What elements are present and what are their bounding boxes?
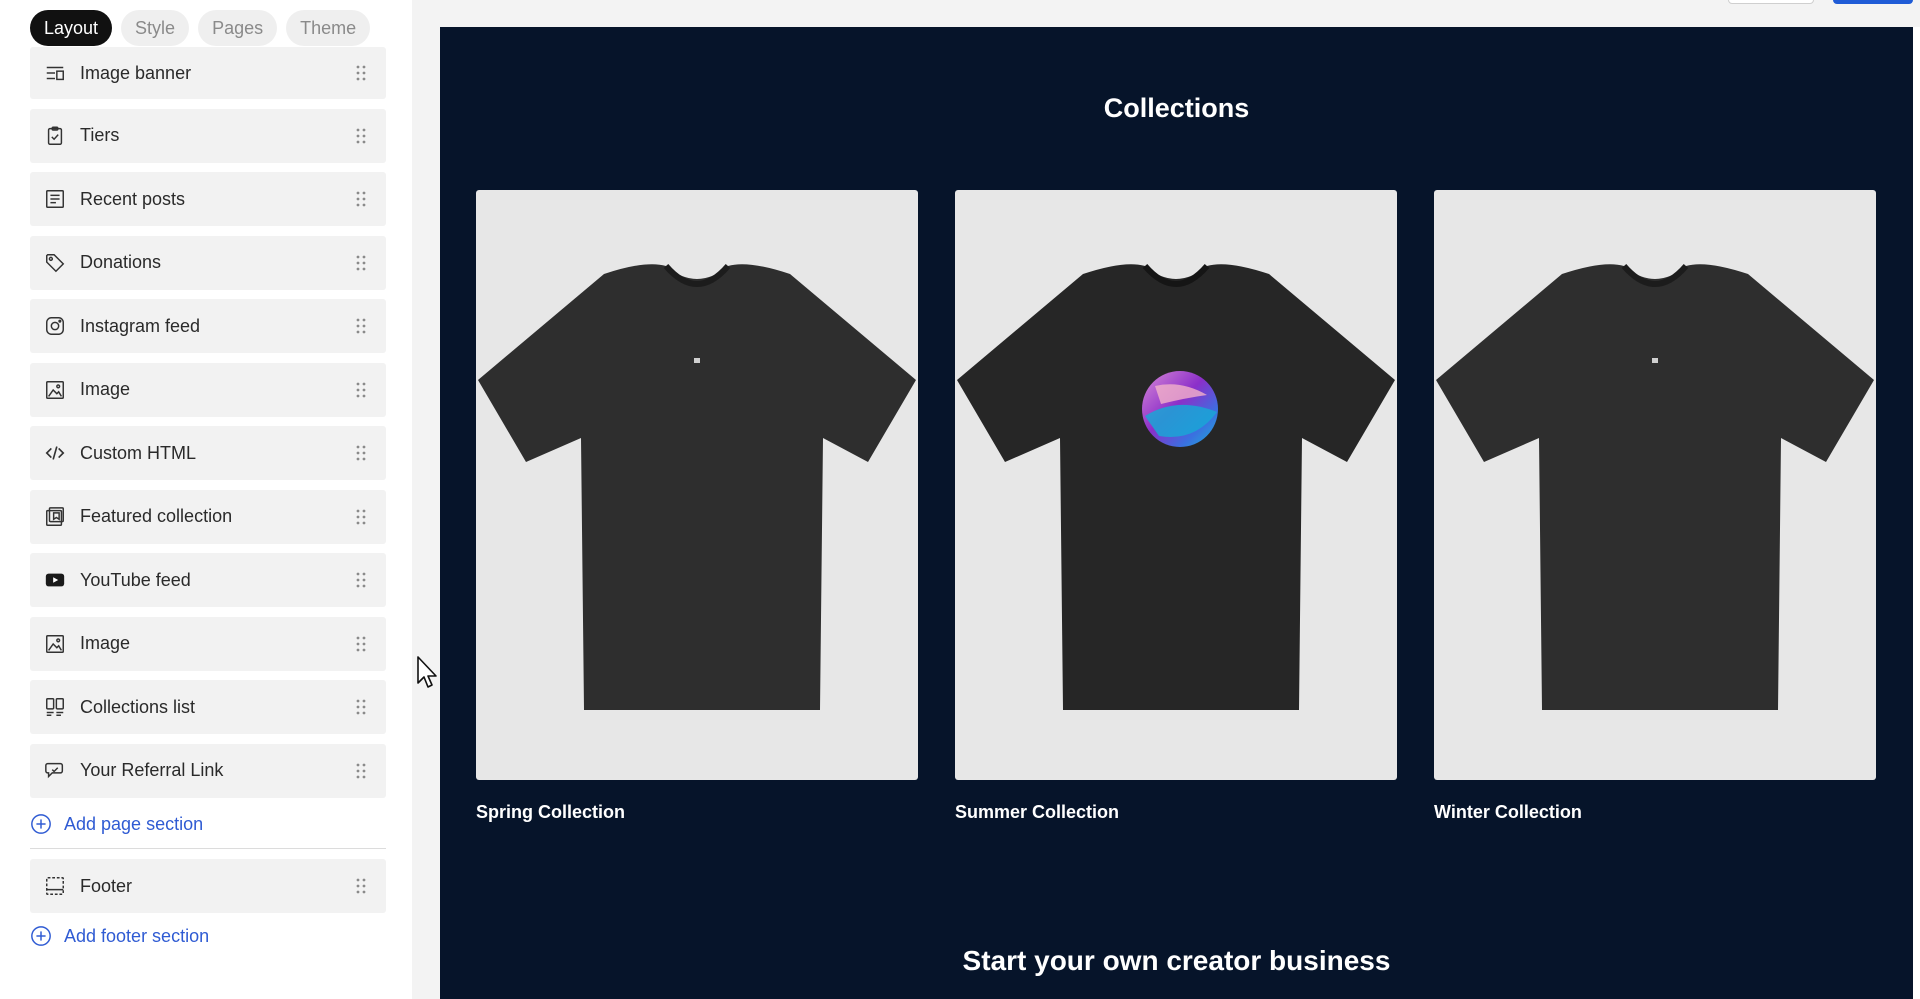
- section-item-label: Your Referral Link: [80, 760, 224, 780]
- plus-circle-icon: [31, 926, 51, 946]
- tag-icon: [42, 250, 68, 276]
- section-item-footer[interactable]: Footer: [30, 859, 386, 913]
- section-item-image-banner[interactable]: Image banner: [30, 47, 386, 99]
- collection-name[interactable]: Spring Collection: [476, 802, 918, 823]
- image-icon: [42, 377, 68, 403]
- tab-style[interactable]: Style: [121, 10, 190, 46]
- section-item-label: Custom HTML: [80, 442, 197, 463]
- section-item-tiers[interactable]: Tiers: [30, 108, 386, 163]
- drag-handle-icon[interactable]: [354, 762, 368, 780]
- instagram-icon: [42, 313, 68, 339]
- section-item-label: Collections list: [80, 696, 196, 717]
- layout-sidebar: Layout Style Pages Theme Image banner Ti…: [0, 0, 412, 999]
- drag-handle-icon[interactable]: [354, 317, 368, 335]
- panel-gutter: [412, 0, 440, 999]
- add-page-section-label: Add page section: [64, 813, 204, 834]
- section-item-donations[interactable]: Donations: [30, 235, 386, 290]
- page-sections-list: Image banner Tiers Recent posts Donation…: [30, 47, 386, 807]
- drag-handle-icon[interactable]: [354, 254, 368, 272]
- tab-pages[interactable]: Pages: [198, 10, 278, 46]
- tshirt-image: [1436, 263, 1874, 710]
- section-item-label: Instagram feed: [80, 315, 201, 336]
- featured-collection-icon: [42, 504, 68, 530]
- referral-link-icon: [42, 758, 68, 784]
- collection-card-summer[interactable]: Summer Collection: [955, 190, 1397, 823]
- section-item-recent-posts[interactable]: Recent posts: [30, 172, 386, 226]
- section-item-referral-link[interactable]: Your Referral Link: [30, 743, 386, 798]
- youtube-icon: [42, 567, 68, 593]
- drag-handle-icon[interactable]: [354, 877, 368, 895]
- section-item-youtube-feed[interactable]: YouTube feed: [30, 553, 386, 607]
- collection-name[interactable]: Winter Collection: [1434, 802, 1876, 823]
- tab-theme[interactable]: Theme: [286, 10, 371, 46]
- drag-handle-icon[interactable]: [354, 381, 368, 399]
- tshirt-image: [478, 263, 916, 710]
- collection-name[interactable]: Summer Collection: [955, 802, 1397, 823]
- tab-layout[interactable]: Layout: [30, 10, 113, 46]
- drag-handle-icon[interactable]: [354, 508, 368, 526]
- collection-card-spring[interactable]: Spring Collection: [476, 190, 918, 823]
- code-icon: [42, 440, 68, 466]
- tiers-icon: [42, 123, 68, 149]
- drag-handle-icon[interactable]: [354, 698, 368, 716]
- section-item-image[interactable]: Image: [30, 616, 386, 671]
- section-item-label: Image: [80, 633, 131, 653]
- sidebar-divider: [30, 848, 386, 849]
- add-page-section-button[interactable]: Add page section: [30, 811, 203, 837]
- drag-handle-icon[interactable]: [354, 127, 368, 145]
- editor-tabs: Layout Style Pages Theme: [30, 10, 371, 46]
- section-item-featured-collection[interactable]: Featured collection: [30, 489, 386, 544]
- plus-circle-icon: [31, 814, 51, 834]
- collection-image[interactable]: [1434, 190, 1876, 780]
- preview-toolbar: [440, 0, 1920, 27]
- section-item-label: YouTube feed: [80, 569, 191, 590]
- add-footer-section-button[interactable]: Add footer section: [30, 923, 209, 949]
- recent-posts-icon: [42, 186, 68, 212]
- drag-handle-icon[interactable]: [354, 64, 368, 82]
- cta-heading: Start your own creator business: [962, 945, 1391, 976]
- drag-handle-icon[interactable]: [354, 190, 368, 208]
- collections-heading: Collections: [1103, 93, 1250, 123]
- section-item-label: Image: [80, 379, 131, 399]
- drag-handle-icon[interactable]: [354, 444, 368, 462]
- add-footer-section-label: Add footer section: [64, 925, 210, 946]
- collection-card-winter[interactable]: Winter Collection: [1434, 190, 1876, 823]
- section-item-label: Recent posts: [80, 188, 186, 209]
- section-item-label: Footer: [80, 875, 133, 896]
- drag-handle-icon[interactable]: [354, 571, 368, 589]
- section-item-custom-html[interactable]: Custom HTML: [30, 426, 386, 480]
- toolbar-primary-button[interactable]: [1833, 0, 1913, 4]
- page-preview[interactable]: Collections Spring Collection Summer Col…: [440, 27, 1913, 999]
- section-item-instagram-feed[interactable]: Instagram feed: [30, 299, 386, 353]
- collection-image[interactable]: [955, 190, 1397, 780]
- section-item-image[interactable]: Image: [30, 362, 386, 417]
- footer-sections-list: Footer: [30, 859, 386, 923]
- toolbar-secondary-button[interactable]: [1728, 0, 1814, 4]
- image-banner-icon: [42, 60, 68, 86]
- collection-image[interactable]: [476, 190, 918, 780]
- section-item-label: Tiers: [80, 125, 120, 145]
- footer-icon: [42, 873, 68, 899]
- editor-app: Layout Style Pages Theme Image banner Ti…: [0, 0, 1920, 999]
- image-icon: [42, 631, 68, 657]
- drag-handle-icon[interactable]: [354, 635, 368, 653]
- collections-list-icon: [42, 694, 68, 720]
- section-item-collections-list[interactable]: Collections list: [30, 680, 386, 734]
- mouse-cursor-icon: [417, 656, 437, 688]
- tshirt-image: [957, 263, 1395, 710]
- section-item-label: Featured collection: [80, 506, 233, 526]
- section-item-label: Image banner: [80, 62, 192, 83]
- section-item-label: Donations: [80, 252, 162, 272]
